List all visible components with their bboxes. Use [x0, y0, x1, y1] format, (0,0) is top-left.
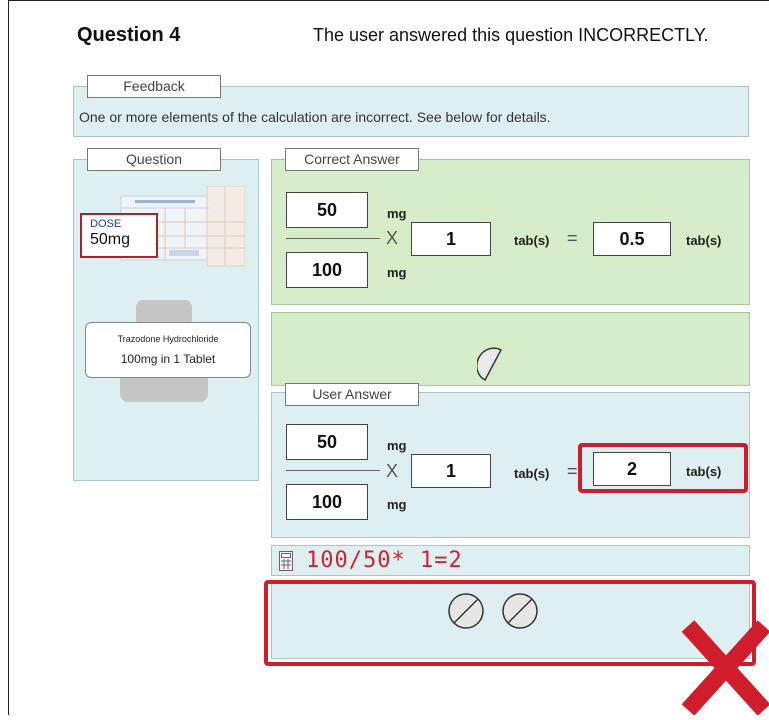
dose-box: DOSE 50mg [80, 213, 158, 258]
correct-multiplier-unit: tab(s) [514, 233, 550, 248]
dose-label: DOSE [90, 218, 122, 230]
correct-denominator: 100 [286, 252, 368, 288]
correct-denominator-unit: mg [387, 265, 407, 280]
correct-multiplier: 1 [411, 222, 491, 256]
calculator-display: 100/50* 1=2 [306, 548, 463, 573]
user-answer-tab: User Answer [285, 383, 419, 406]
correct-equals-sign: = [567, 228, 578, 248]
question-tab: Question [87, 148, 221, 171]
user-equals-sign: = [567, 461, 578, 481]
correct-times-sign: X [386, 228, 399, 248]
user-denominator: 100 [286, 484, 368, 520]
correct-fraction-line [286, 238, 380, 239]
user-fraction-line [286, 470, 380, 471]
question-status: The user answered this question INCORREC… [313, 25, 709, 45]
question-title: Question 4 [77, 24, 181, 46]
half-tablet-icon [476, 346, 509, 384]
medicine-label: Trazodone Hydrochloride 100mg in 1 Table… [85, 322, 251, 378]
correct-numerator: 50 [286, 192, 368, 228]
dose-value: 50mg [90, 231, 131, 248]
correct-result: 0.5 [593, 222, 671, 256]
user-times-sign: X [386, 461, 399, 481]
correct-result-unit: tab(s) [686, 233, 722, 248]
tablet-icon [447, 592, 485, 630]
user-multiplier-unit: tab(s) [514, 466, 550, 481]
incorrect-x-icon [678, 618, 769, 716]
user-numerator-unit: mg [387, 438, 407, 453]
correct-tablets-panel [271, 312, 750, 386]
user-denominator-unit: mg [387, 497, 407, 512]
feedback-tab: Feedback [87, 75, 221, 98]
user-multiplier: 1 [411, 454, 491, 488]
medicine-strength: 100mg in 1 Tablet [120, 352, 216, 366]
user-numerator: 50 [286, 424, 368, 460]
correct-numerator-unit: mg [387, 206, 407, 221]
tablet-icon [501, 592, 539, 630]
feedback-message: One or more elements of the calculation … [79, 109, 551, 125]
medicine-name: Trazodone Hydrochloride [117, 334, 219, 344]
user-result-error-highlight [578, 443, 748, 493]
calculator-icon [279, 551, 293, 571]
correct-answer-tab: Correct Answer [285, 148, 419, 171]
